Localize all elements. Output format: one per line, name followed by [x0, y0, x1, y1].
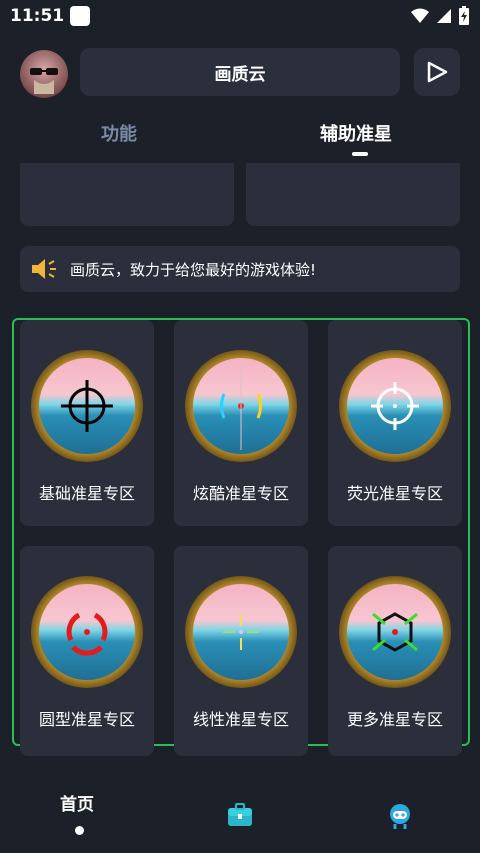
scope-frame — [185, 576, 297, 688]
play-button[interactable] — [414, 48, 460, 96]
nav-home-indicator — [75, 826, 84, 835]
card-label: 炫酷准星专区 — [192, 484, 289, 503]
signal-icon — [437, 9, 451, 23]
tab-features[interactable]: 功能 — [101, 120, 137, 146]
battery-icon — [459, 6, 469, 25]
avatar-cat-icon — [30, 68, 58, 94]
card-cool-crosshair[interactable]: 炫酷准星专区 — [174, 320, 308, 526]
cool-crosshair-icon — [220, 362, 262, 450]
profile-robot-icon[interactable] — [386, 802, 414, 830]
tab-indicator — [352, 152, 368, 156]
scope-frame — [31, 576, 143, 688]
card-label: 线性准星专区 — [192, 710, 289, 729]
avatar[interactable] — [20, 50, 68, 98]
speaker-icon — [32, 259, 56, 279]
card-label: 荧光准星专区 — [346, 484, 443, 503]
app-title: 画质云 — [214, 64, 266, 85]
linear-crosshair-icon — [223, 614, 259, 650]
scope-frame — [339, 576, 451, 688]
scope-frame — [185, 350, 297, 462]
notice-banner: 画质云，致力于给您最好的游戏体验! — [20, 246, 460, 292]
feature-card-right[interactable] — [246, 163, 460, 226]
fluorescent-crosshair-icon — [371, 382, 419, 430]
wifi-icon — [411, 8, 429, 23]
header: 画质云 — [0, 46, 480, 102]
basic-crosshair-icon — [61, 380, 113, 432]
notification-icon — [70, 6, 90, 26]
scope-frame — [31, 350, 143, 462]
crosshair-grid: 基础准星专区 炫酷准星专区 荧光准星专区 圆型准星专区 线性准星专区 更多准星专… — [12, 318, 470, 756]
system-icons — [410, 6, 470, 26]
card-label: 基础准星专区 — [38, 484, 135, 503]
card-round-crosshair[interactable]: 圆型准星专区 — [20, 546, 154, 756]
card-more-crosshair[interactable]: 更多准星专区 — [328, 546, 462, 756]
tab-crosshair[interactable]: 辅助准星 — [320, 120, 392, 146]
card-linear-crosshair[interactable]: 线性准星专区 — [174, 546, 308, 756]
nav-home[interactable]: 首页 — [60, 790, 94, 815]
scope-frame — [339, 350, 451, 462]
notice-text: 画质云，致力于给您最好的游戏体验! — [70, 260, 317, 279]
card-basic-crosshair[interactable]: 基础准星专区 — [20, 320, 154, 526]
bottom-nav: 首页 — [0, 790, 480, 853]
play-icon — [427, 61, 448, 83]
feature-card-left[interactable] — [20, 163, 234, 226]
status-time: 11:51 — [10, 6, 65, 26]
round-crosshair-icon — [66, 612, 108, 656]
card-label: 更多准星专区 — [346, 710, 443, 729]
toolbox-icon[interactable] — [226, 802, 254, 828]
tab-bar: 功能 辅助准星 — [0, 116, 480, 160]
card-fluorescent-crosshair[interactable]: 荧光准星专区 — [328, 320, 462, 526]
status-bar: 11:51 — [0, 0, 480, 34]
card-label: 圆型准星专区 — [38, 710, 135, 729]
app-title-box: 画质云 — [80, 48, 400, 96]
more-crosshair-icon — [372, 612, 418, 652]
